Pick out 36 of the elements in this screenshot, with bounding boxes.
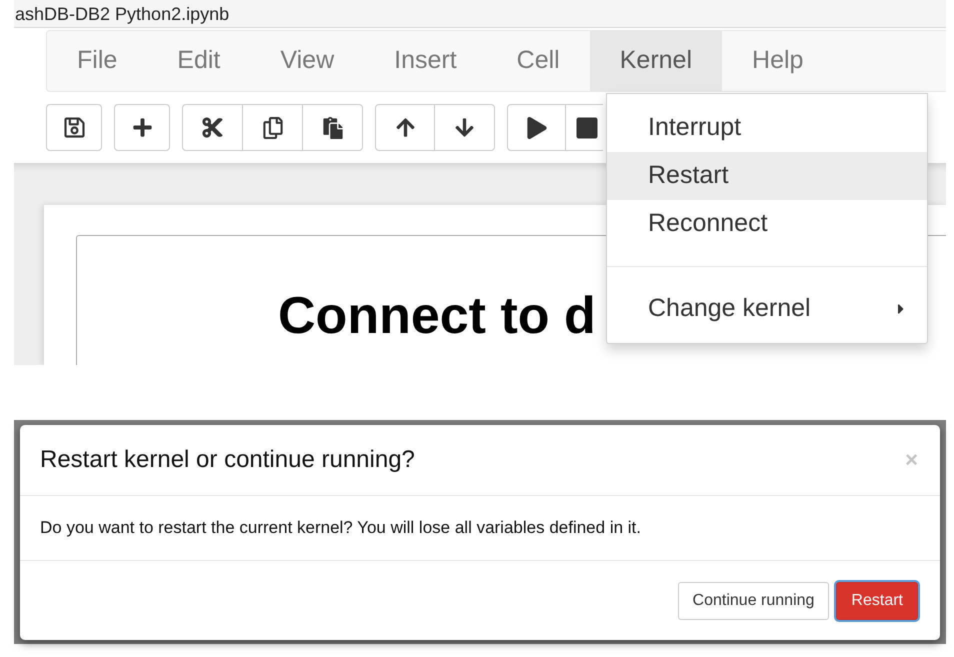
play-button[interactable] [507, 104, 566, 151]
stop-icon [575, 116, 599, 140]
menu-bar-item[interactable]: Kernel [590, 31, 722, 91]
menu-item[interactable]: Interrupt [607, 104, 927, 152]
menu-item[interactable]: Restart [607, 152, 927, 200]
play-icon [526, 116, 548, 138]
scissors-button[interactable] [182, 104, 243, 151]
scissors-icon [201, 116, 224, 139]
copy-icon [262, 116, 284, 138]
dialog-button[interactable]: Continue running [678, 582, 830, 620]
paste-icon [322, 116, 344, 138]
arrow-up-button[interactable] [375, 104, 435, 151]
paste-button[interactable] [302, 104, 363, 151]
copy-button[interactable] [242, 104, 303, 151]
menu-bar-item[interactable]: Cell [486, 31, 590, 91]
cell-heading: Connect to d [278, 287, 596, 345]
submenu-item[interactable]: Change kernel [607, 285, 927, 333]
save-icon [62, 116, 86, 139]
menu-bar-item[interactable]: Edit [147, 31, 250, 91]
menu-bar-item[interactable]: View [250, 31, 364, 91]
menu-item[interactable]: Reconnect [607, 200, 927, 248]
dialog-title: Restart kernel or continue running? [40, 445, 415, 475]
save-button[interactable] [46, 104, 102, 151]
plus-icon [132, 117, 152, 138]
notebook-title: ashDB-DB2 Python2.ipynb [14, 2, 230, 24]
plus-button[interactable] [114, 104, 170, 151]
dialog-message: Do you want to restart the current kernel? You will lose all variables defined in it. [40, 517, 641, 540]
stop-button[interactable] [565, 104, 603, 151]
arrow-down-button[interactable] [434, 104, 495, 151]
arrow-up-icon [394, 117, 416, 138]
menu-bar-item[interactable]: File [47, 31, 148, 91]
arrow-down-icon [454, 117, 475, 138]
submenu-label: Change kernel [648, 293, 811, 324]
dialog-button[interactable]: Restart [836, 582, 918, 620]
menu-bar-item[interactable]: Insert [364, 31, 487, 91]
menu-bar-item[interactable]: Help [722, 31, 834, 91]
